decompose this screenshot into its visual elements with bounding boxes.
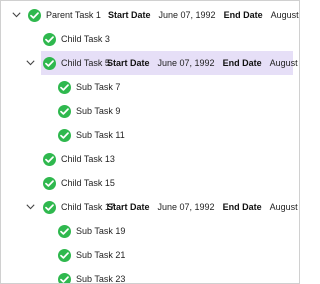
check-circle-icon bbox=[43, 56, 56, 70]
tree-row[interactable]: Sub Task 23 bbox=[1, 267, 299, 284]
start-date-label: Start Date bbox=[108, 10, 151, 20]
chevron-down-icon[interactable] bbox=[25, 202, 35, 212]
tree-row[interactable]: Child Task 13 bbox=[1, 147, 299, 171]
chevron-down-icon[interactable] bbox=[25, 58, 35, 68]
tree-row[interactable]: Sub Task 9 bbox=[1, 99, 299, 123]
check-circle-icon bbox=[43, 200, 56, 214]
tree-row[interactable]: Sub Task 21 bbox=[1, 243, 299, 267]
task-label: Sub Task 19 bbox=[76, 226, 126, 236]
task-label: Child Task 3 bbox=[61, 34, 110, 44]
check-circle-icon bbox=[58, 248, 71, 262]
task-label: Sub Task 21 bbox=[76, 250, 126, 260]
start-date-value: June 07, 1992 bbox=[157, 58, 215, 68]
task-label: Child Task 13 bbox=[61, 154, 115, 164]
end-date-label: End Date bbox=[223, 10, 263, 20]
tree-row[interactable]: Child Task 17 Start Date June 07, 1992 End … bbox=[1, 195, 299, 219]
check-circle-icon bbox=[58, 80, 71, 94]
start-date-value: June 07, 1992 bbox=[157, 202, 215, 212]
tree-row[interactable]: Sub Task 7 bbox=[1, 75, 299, 99]
check-circle-icon bbox=[58, 104, 71, 118]
tree-view: Parent Task 1 Start Date June 07, 1992 End … bbox=[0, 0, 300, 284]
task-dates: Start Date June 07, 1992 End Date August 25… bbox=[107, 58, 299, 68]
end-date-label: End Date bbox=[222, 202, 262, 212]
task-label: Sub Task 7 bbox=[76, 82, 121, 92]
check-circle-icon bbox=[43, 152, 56, 166]
task-dates: Start Date June 07, 1992 End Date August 25… bbox=[107, 202, 299, 212]
check-circle-icon bbox=[43, 32, 56, 46]
chevron-down-icon[interactable] bbox=[11, 10, 21, 20]
end-date-value: August 25, 1994 bbox=[270, 10, 299, 20]
check-circle-icon bbox=[58, 224, 71, 238]
task-label: Sub Task 9 bbox=[76, 106, 121, 116]
task-dates: Start Date June 07, 1992 End Date August 25… bbox=[108, 10, 299, 20]
task-label: Parent Task 1 bbox=[46, 10, 101, 20]
task-label: Child Task 5 bbox=[61, 58, 110, 68]
tree-row[interactable]: Sub Task 11 bbox=[1, 123, 299, 147]
tree-row-selected[interactable]: Child Task 5 Start Date June 07, 1992 End D… bbox=[1, 51, 299, 75]
check-circle-icon bbox=[58, 128, 71, 142]
check-circle-icon bbox=[28, 8, 41, 22]
task-label: Sub Task 23 bbox=[76, 274, 126, 284]
task-label: Sub Task 11 bbox=[76, 130, 125, 140]
check-circle-icon bbox=[43, 176, 56, 190]
tree-row[interactable]: Child Task 3 bbox=[1, 27, 299, 51]
end-date-value: August 25, 1994 bbox=[269, 202, 299, 212]
check-circle-icon bbox=[58, 272, 71, 283]
start-date-value: June 07, 1992 bbox=[158, 10, 216, 20]
end-date-value: August 25, 1994 bbox=[269, 58, 299, 68]
tree-row[interactable]: Sub Task 19 bbox=[1, 219, 299, 243]
tree-row[interactable]: Child Task 15 bbox=[1, 171, 299, 195]
end-date-label: End Date bbox=[222, 58, 262, 68]
start-date-label: Start Date bbox=[107, 202, 150, 212]
start-date-label: Start Date bbox=[107, 58, 150, 68]
tree-row[interactable]: Parent Task 1 Start Date June 07, 1992 End … bbox=[1, 3, 299, 27]
task-label: Child Task 15 bbox=[61, 178, 115, 188]
